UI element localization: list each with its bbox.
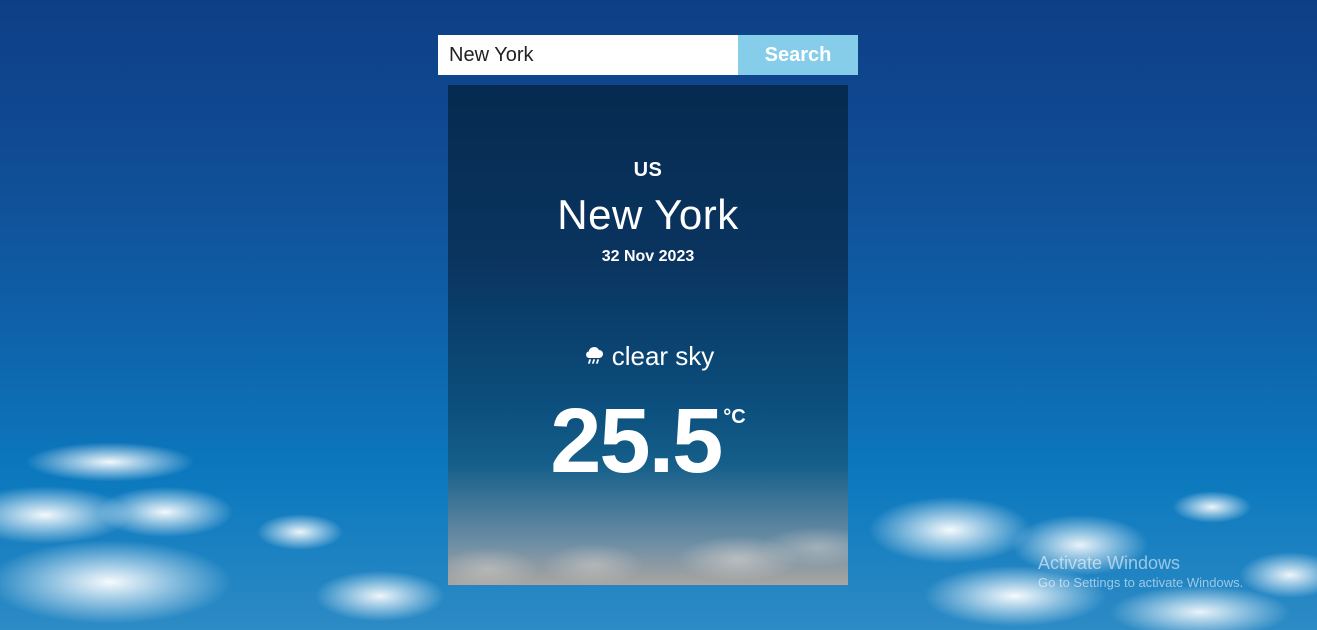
search-input[interactable]: [438, 35, 738, 75]
activation-watermark: Activate Windows Go to Settings to activ…: [1038, 553, 1244, 590]
city-name: New York: [557, 191, 739, 238]
search-bar: Search: [438, 35, 858, 75]
weather-card: US New York 32 Nov 2023 clear sky 25.5 °C: [448, 85, 848, 585]
card-cloud-overlay: [448, 495, 848, 585]
condition-text: clear sky: [611, 341, 715, 371]
watermark-title: Activate Windows: [1038, 553, 1181, 573]
search-button[interactable]: Search: [738, 35, 858, 75]
watermark-subtitle: Go to Settings to activate Windows.: [1038, 574, 1244, 590]
temperature-value: 25.5: [550, 390, 723, 492]
rain-cloud-icon: [585, 347, 603, 364]
weather-condition: clear sky: [448, 343, 848, 369]
temperature-unit: °C: [723, 406, 746, 428]
date-label: 32 Nov 2023: [601, 248, 695, 265]
country-code: US: [633, 159, 663, 181]
temperature-display: 25.5 °C: [448, 395, 848, 487]
